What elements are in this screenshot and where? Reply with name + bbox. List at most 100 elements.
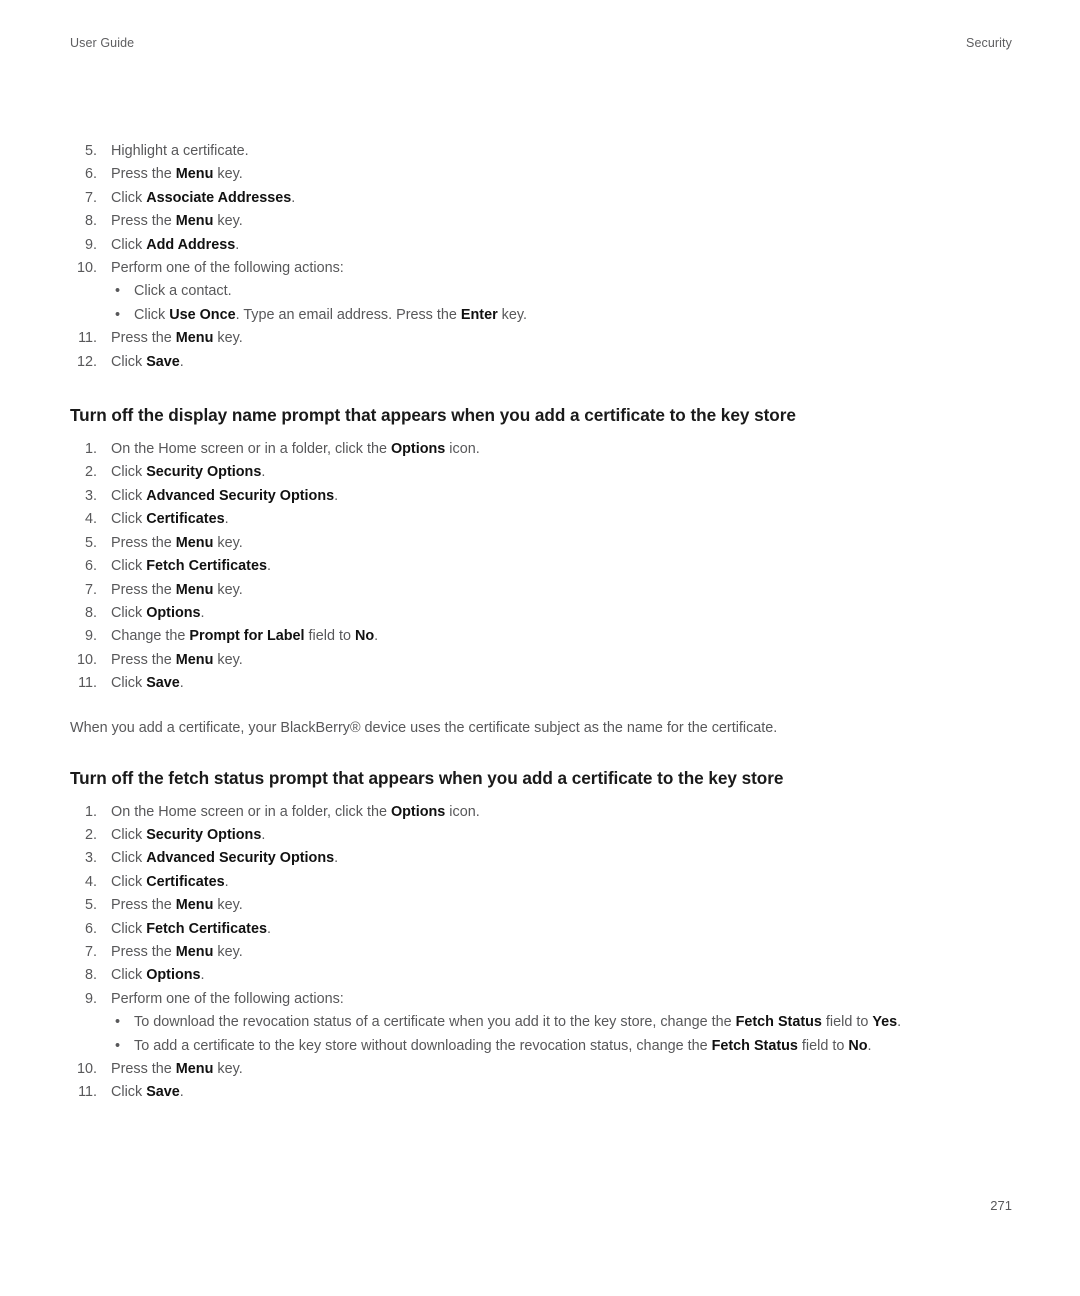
list-item-number: 9. <box>84 628 97 645</box>
list-item-number: 7. <box>84 943 97 960</box>
list-item: 7. Press the Menu key. <box>70 941 1015 964</box>
note-paragraph-certificate-subject: When you add a certificate, your BlackBe… <box>70 719 778 736</box>
sub-list-item: • Click a contact. <box>111 280 1015 303</box>
sub-list-item-text: Click a contact. <box>134 283 232 300</box>
bullet-icon: • <box>115 1037 121 1054</box>
list-item-text: Change the Prompt for Label field to No. <box>111 628 379 645</box>
list-item-text: Click Fetch Certificates. <box>111 920 271 937</box>
list-item-number: 6. <box>84 558 97 575</box>
list-item-number: 8. <box>84 604 97 621</box>
list-item: 12. Click Save. <box>70 351 1015 374</box>
section-heading-display-name-prompt: Turn off the display name prompt that ap… <box>70 405 796 426</box>
list-item-text: Click Advanced Security Options. <box>111 850 339 867</box>
list-item-number: 8. <box>84 967 97 984</box>
list-item: 10. Press the Menu key. <box>70 649 1015 672</box>
list-item: 5. Press the Menu key. <box>70 894 1015 917</box>
list-item-number: 2. <box>84 464 97 481</box>
list-item-number: 1. <box>84 803 97 820</box>
list-item-text: Click Fetch Certificates. <box>111 558 271 575</box>
list-item: 1. On the Home screen or in a folder, cli… <box>70 801 1015 824</box>
procedure-list-display-name-prompt: 1. On the Home screen or in a folder, cli… <box>70 438 1015 695</box>
list-item: 6. Click Fetch Certificates. <box>70 555 1015 578</box>
procedure-list-continued: 5. Highlight a certificate. 6. Press the Me… <box>70 140 1015 374</box>
list-item-number: 2. <box>84 826 97 843</box>
list-item-number: 6. <box>84 166 97 183</box>
list-item-text: Click Certificates. <box>111 873 229 890</box>
list-item-text: Click Security Options. <box>111 826 266 843</box>
page-content: 5. Highlight a certificate. 6. Press the Me… <box>70 140 1015 1105</box>
list-item-number: 9. <box>84 990 97 1007</box>
list-item: 5. Press the Menu key. <box>70 532 1015 555</box>
list-item-number: 4. <box>84 873 97 890</box>
list-item-number: 4. <box>84 511 97 528</box>
list-item-text: Press the Menu key. <box>111 1061 243 1077</box>
list-item-number: 7. <box>84 189 97 206</box>
bullet-icon: • <box>115 306 121 323</box>
document-page: User Guide Security 5. Highlight a certif… <box>0 0 1080 1296</box>
list-item: 9. Perform one of the following actions: •… <box>70 988 1015 1058</box>
list-item: 11. Press the Menu key. <box>70 327 1015 350</box>
list-item-text: Click Advanced Security Options. <box>111 487 339 504</box>
list-item-number: 10. <box>76 651 97 668</box>
sub-list-item-text: To download the revocation status of a c… <box>134 1014 902 1031</box>
list-item: 4. Click Certificates. <box>70 508 1015 531</box>
list-item-number: 3. <box>84 850 97 867</box>
list-item: 9. Click Add Address. <box>70 234 1015 257</box>
section-heading-fetch-status-prompt: Turn off the fetch status prompt that ap… <box>70 767 784 788</box>
sub-list-item-text: To add a certificate to the key store wi… <box>134 1037 872 1054</box>
list-item: 10. Press the Menu key. <box>70 1058 1015 1081</box>
bullet-icon: • <box>115 283 121 300</box>
list-item: 1. On the Home screen or in a folder, cli… <box>70 438 1015 461</box>
list-item: 8. Click Options. <box>70 602 1015 625</box>
bullet-icon: • <box>115 1014 121 1031</box>
header-left-label: User Guide <box>70 36 135 50</box>
list-item: 8. Click Options. <box>70 964 1015 987</box>
list-item-number: 11. <box>78 1084 97 1101</box>
list-item: 11. Click Save. <box>70 1081 1015 1104</box>
list-item-text: Press the Menu key. <box>111 897 243 914</box>
list-item-number: 11. <box>78 675 97 692</box>
list-item-number: 5. <box>84 143 97 159</box>
list-item-number: 10. <box>76 260 97 277</box>
list-item: 7. Press the Menu key. <box>70 579 1015 602</box>
list-item: 2. Click Security Options. <box>70 824 1015 847</box>
procedure-list-fetch-status-prompt: 1. On the Home screen or in a folder, cli… <box>70 801 1015 1105</box>
list-item-number: 11. <box>78 330 97 347</box>
sub-list-item: • To add a certificate to the key store w… <box>111 1035 1015 1058</box>
list-item: 8. Press the Menu key. <box>70 210 1015 233</box>
list-item-text: Press the Menu key. <box>111 943 243 960</box>
list-item-text: Click Add Address. <box>111 236 240 253</box>
running-header: User Guide Security <box>70 36 1012 50</box>
list-item: 3. Click Advanced Security Options. <box>70 485 1015 508</box>
list-item: 6. Press the Menu key. <box>70 163 1015 186</box>
page-number: 271 <box>990 1198 1012 1213</box>
list-item-text: Press the Menu key. <box>111 213 243 230</box>
sub-bullet-list: • To download the revocation status of a … <box>111 1011 1015 1058</box>
list-item-text: Press the Menu key. <box>111 581 243 598</box>
list-item: 5. Highlight a certificate. <box>70 140 1015 163</box>
list-item-text: Click Associate Addresses. <box>111 189 296 206</box>
list-item-text: Click Security Options. <box>111 464 266 481</box>
list-item-text: Click Save. <box>111 675 184 692</box>
list-item-text: Perform one of the following actions: <box>111 260 344 277</box>
list-item-text: Press the Menu key. <box>111 534 243 551</box>
list-item-text: Click Save. <box>111 353 184 370</box>
list-item-text: Click Save. <box>111 1084 184 1101</box>
list-item-number: 9. <box>84 236 97 253</box>
header-right-label: Security <box>966 36 1012 50</box>
list-item: 4. Click Certificates. <box>70 871 1015 894</box>
list-item-number: 5. <box>84 534 97 551</box>
list-item: 7. Click Associate Addresses. <box>70 187 1015 210</box>
list-item: 11. Click Save. <box>70 672 1015 695</box>
list-item-text: Click Options. <box>111 604 205 621</box>
list-item-text: Press the Menu key. <box>111 330 243 347</box>
list-item-text: Press the Menu key. <box>111 166 243 183</box>
list-item-number: 3. <box>84 487 97 504</box>
list-item-number: 12. <box>76 353 97 370</box>
list-item: 2. Click Security Options. <box>70 461 1015 484</box>
list-item-text: On the Home screen or in a folder, click… <box>111 441 480 458</box>
sub-list-item: • Click Use Once. Type an email address. … <box>111 304 1015 327</box>
